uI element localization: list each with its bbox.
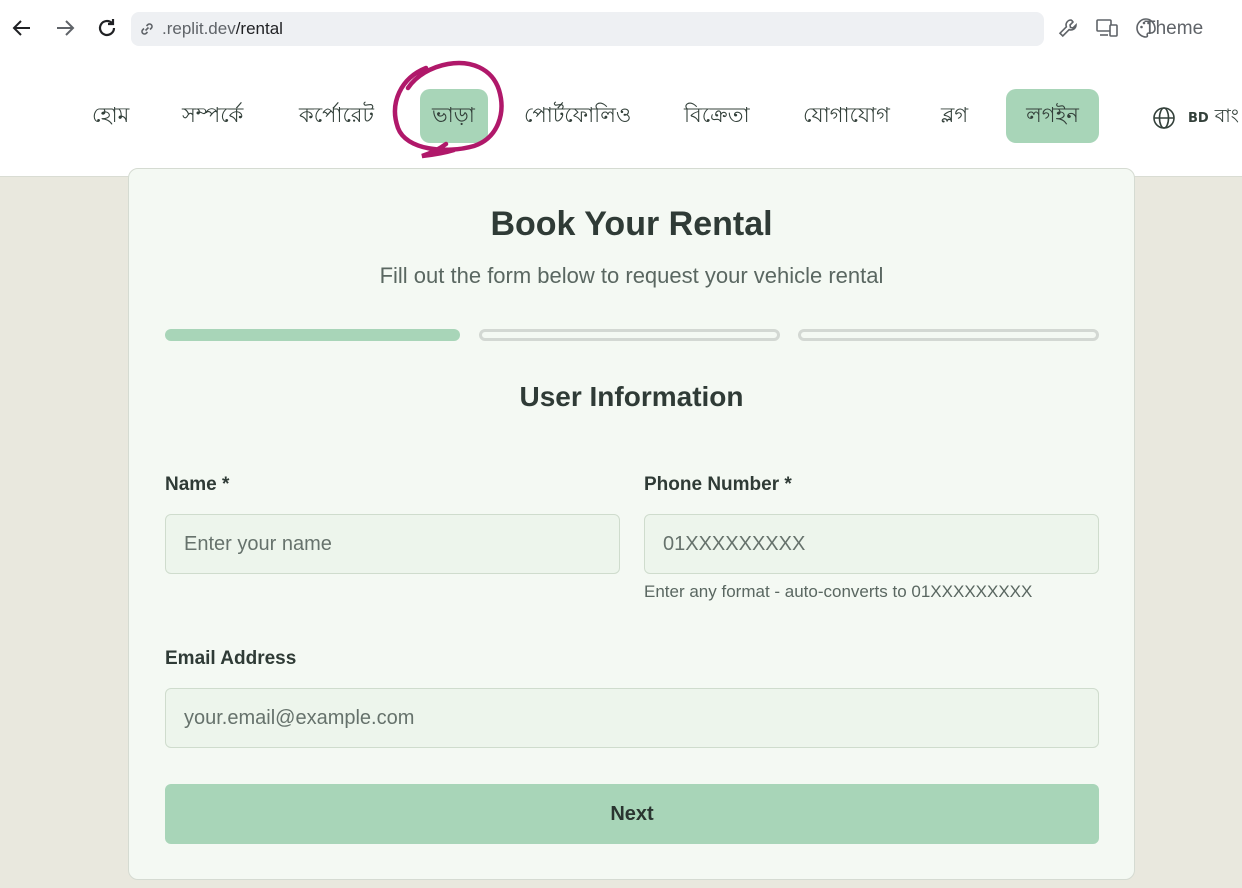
language-code: BD [1188, 110, 1209, 126]
url-host: .replit.dev [162, 19, 236, 38]
reload-button[interactable] [93, 14, 121, 42]
devices-icon [1096, 19, 1118, 37]
next-button[interactable]: Next [165, 784, 1099, 844]
url-path: /rental [235, 19, 283, 38]
url-text: .replit.dev/rental [162, 19, 283, 39]
reload-icon [98, 19, 116, 37]
form-title: Book Your Rental [490, 205, 773, 243]
nav-item-portfolio[interactable]: পোর্টফোলিও [524, 89, 631, 143]
form-subtitle: Fill out the form below to request your … [379, 263, 884, 288]
nav-item-about[interactable]: সম্পর্কে [182, 89, 243, 143]
phone-input[interactable] [644, 514, 1099, 574]
wrench-icon [1058, 19, 1077, 38]
nav-item-blog[interactable]: ব্লগ [941, 89, 968, 143]
browser-toolbar: .replit.dev/rental Theme [0, 0, 1242, 58]
arrow-right-icon [57, 20, 75, 36]
progress-step-2 [479, 329, 780, 341]
name-label: Name * [165, 474, 230, 495]
link-icon [141, 23, 153, 35]
email-input[interactable] [165, 688, 1099, 748]
progress-step-1 [165, 329, 460, 341]
booking-form-card: Book Your Rental Fill out the form below… [128, 168, 1135, 880]
forward-button[interactable] [51, 14, 79, 42]
device-toggle-button[interactable] [1094, 15, 1120, 41]
nav-item-contact[interactable]: যোগাযোগ [803, 89, 890, 143]
nav-item-rental[interactable]: ভাড়া [420, 89, 488, 143]
site-header: হোম সম্পর্কে কর্পোরেট ভাড়া পোর্টফোলিও ব… [0, 58, 1242, 177]
language-label: বাং [1214, 105, 1239, 127]
back-button[interactable] [8, 14, 36, 42]
section-title: User Information [519, 381, 744, 412]
language-selector[interactable]: BD বাং [1152, 102, 1239, 134]
nav-item-corporate[interactable]: কর্পোরেট [299, 89, 374, 143]
wrench-button[interactable] [1055, 15, 1081, 41]
name-input[interactable] [165, 514, 620, 574]
progress-step-3 [798, 329, 1099, 341]
phone-hint: Enter any format - auto-converts to 01XX… [644, 582, 1033, 601]
address-bar[interactable]: .replit.dev/rental [131, 12, 1044, 46]
nav-item-home[interactable]: হোম [92, 89, 129, 143]
login-button[interactable]: লগইন [1006, 89, 1099, 143]
email-label: Email Address [165, 648, 297, 669]
nav-item-vendors[interactable]: বিক্রেতা [684, 89, 750, 143]
theme-label[interactable]: Theme [1144, 18, 1203, 40]
phone-label: Phone Number * [644, 474, 792, 495]
globe-icon [1153, 107, 1175, 129]
arrow-left-icon [12, 20, 30, 36]
